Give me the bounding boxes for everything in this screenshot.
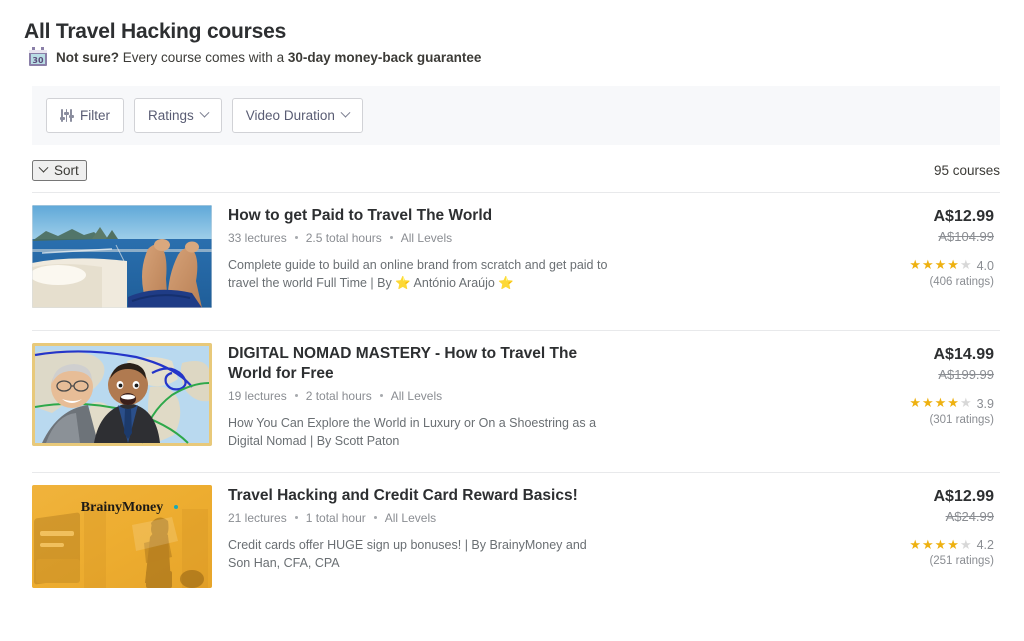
- page-title: All Travel Hacking courses: [24, 20, 287, 44]
- course-description: Complete guide to build an online brand …: [228, 257, 608, 290]
- course-meta: 33 lectures 2.5 total hours All Levels: [228, 231, 828, 245]
- ratings-dropdown[interactable]: Ratings: [134, 98, 222, 133]
- calendar-day-number: 30: [32, 55, 44, 65]
- sliders-icon: [59, 109, 74, 122]
- course-title[interactable]: How to get Paid to Travel The World: [228, 206, 578, 226]
- course-list: How to get Paid to Travel The World 33 l…: [32, 192, 1000, 610]
- rating-stars: ★ ★ ★ ★ ★: [909, 539, 971, 552]
- course-card[interactable]: How to get Paid to Travel The World 33 l…: [32, 192, 1000, 330]
- course-level: All Levels: [384, 510, 437, 525]
- sort-row: Sort 95 courses: [32, 155, 1000, 185]
- course-info: DIGITAL NOMAD MASTERY - How to Travel Th…: [228, 343, 828, 450]
- star-empty-icon: ★: [959, 258, 972, 273]
- star-empty-icon: ★: [959, 396, 972, 411]
- calendar-30-icon: 30: [28, 47, 48, 67]
- star-filled-icon: ★: [934, 537, 947, 553]
- course-count: 95 courses: [933, 162, 1000, 178]
- course-duration: 1 total hour: [305, 510, 366, 525]
- rating-value: 3.9: [976, 396, 994, 411]
- course-thumbnail[interactable]: [32, 343, 212, 446]
- course-price-original: A$199.99: [938, 367, 994, 382]
- course-lectures: 19 lectures: [228, 388, 287, 403]
- video-duration-dropdown[interactable]: Video Duration: [231, 98, 363, 133]
- star-filled-icon: ★: [947, 537, 959, 553]
- brainymoney-orange-photo: BrainyMoney: [32, 484, 212, 588]
- course-rating-row: ★ ★ ★ ★ ★ 4.0: [909, 259, 994, 273]
- chevron-down-icon: [199, 107, 210, 118]
- filter-bar: Filter Ratings Video Duration: [32, 86, 1000, 145]
- course-search-results-page: All Travel Hacking courses 30 Not sure? …: [0, 0, 1024, 641]
- boat-sea-legs-photo: [32, 205, 212, 308]
- course-price-original: A$104.99: [938, 229, 994, 244]
- course-pricing: A$12.99 A$104.99 ★ ★ ★ ★ ★ 4.0 (406 ratings): [844, 205, 994, 308]
- svg-text:BrainyMoney: BrainyMoney: [81, 500, 163, 515]
- course-thumbnail[interactable]: [32, 205, 212, 308]
- course-description: How You Can Explore the World in Luxury …: [228, 415, 597, 448]
- course-pricing: A$14.99 A$199.99 ★ ★ ★ ★ ★ 3.9 (301 ratings): [844, 343, 994, 450]
- rating-value: 4.0: [976, 258, 994, 273]
- meta-separator-dot: [294, 236, 298, 240]
- course-info: Travel Hacking and Credit Card Reward Ba…: [228, 485, 828, 588]
- meta-separator-dot: [389, 236, 393, 240]
- sort-dropdown-label: Sort: [54, 162, 79, 178]
- course-rating-row: ★ ★ ★ ★ ★ 4.2: [909, 538, 994, 552]
- rating-count: (301 ratings): [929, 413, 994, 426]
- course-lectures: 33 lectures: [228, 230, 287, 245]
- star-filled-icon: ★: [921, 537, 934, 553]
- course-meta: 19 lectures 2 total hours All Levels: [228, 389, 828, 403]
- star-filled-icon: ★: [909, 537, 921, 553]
- course-lectures: 21 lectures: [228, 510, 287, 525]
- star-filled-icon: ★: [909, 396, 921, 411]
- meta-separator-dot: [379, 394, 383, 398]
- course-duration: 2.5 total hours: [305, 230, 382, 245]
- filter-button[interactable]: Filter: [46, 98, 124, 133]
- meta-separator-dot: [294, 516, 298, 520]
- rating-stars: ★ ★ ★ ★ ★: [909, 397, 971, 410]
- course-card[interactable]: DIGITAL NOMAD MASTERY - How to Travel Th…: [32, 330, 1000, 472]
- star-filled-icon: ★: [934, 396, 947, 411]
- star-filled-icon: ★: [909, 258, 921, 273]
- course-price-current: A$12.99: [933, 487, 995, 505]
- course-pricing: A$12.99 A$24.99 ★ ★ ★ ★ ★ 4.2 (251 ratings): [844, 485, 994, 588]
- meta-separator-dot: [294, 394, 298, 398]
- course-title[interactable]: DIGITAL NOMAD MASTERY - How to Travel Th…: [228, 344, 578, 384]
- star-filled-icon: ★: [921, 396, 934, 411]
- filter-button-label: Filter: [80, 108, 110, 123]
- rating-count: (251 ratings): [929, 555, 994, 568]
- meta-separator-dot: [373, 516, 377, 520]
- star-filled-icon: ★: [921, 258, 934, 273]
- course-price-original: A$24.99: [945, 508, 994, 524]
- guarantee-lead: Not sure?: [56, 49, 120, 65]
- star-filled-icon: ★: [947, 258, 959, 273]
- course-description: Credit cards offer HUGE sign up bonuses!…: [228, 537, 587, 570]
- course-meta: 21 lectures 1 total hour All Levels: [228, 511, 828, 525]
- course-title[interactable]: Travel Hacking and Credit Card Reward Ba…: [228, 486, 578, 506]
- star-filled-icon: ★: [934, 258, 947, 273]
- chevron-down-icon: [340, 107, 351, 118]
- rating-value: 4.2: [976, 538, 994, 553]
- guarantee-text: Not sure? Every course comes with a 30-d…: [56, 50, 481, 65]
- guarantee-mid: Every course comes with a: [119, 49, 288, 65]
- rating-count: (406 ratings): [929, 275, 994, 288]
- money-back-guarantee-banner: 30 Not sure? Every course comes with a 3…: [28, 47, 481, 67]
- course-duration: 2 total hours: [305, 388, 372, 403]
- course-thumbnail[interactable]: BrainyMoney: [32, 484, 212, 588]
- course-rating-row: ★ ★ ★ ★ ★ 3.9: [909, 397, 994, 411]
- video-duration-dropdown-label: Video Duration: [245, 108, 335, 123]
- chevron-down-icon: [38, 162, 49, 173]
- course-info: How to get Paid to Travel The World 33 l…: [228, 205, 828, 308]
- course-price-current: A$12.99: [933, 208, 995, 225]
- ratings-dropdown-label: Ratings: [148, 108, 194, 123]
- course-price-current: A$14.99: [933, 346, 995, 363]
- course-level: All Levels: [400, 230, 453, 245]
- course-level: All Levels: [390, 388, 443, 403]
- guarantee-tail: 30-day money-back guarantee: [287, 49, 482, 65]
- two-men-world-map-photo: [32, 343, 212, 446]
- rating-stars: ★ ★ ★ ★ ★: [909, 259, 971, 272]
- course-card[interactable]: BrainyMoney Travel Hacking and Credit Ca…: [32, 471, 1000, 610]
- sort-dropdown[interactable]: Sort: [32, 159, 87, 181]
- star-empty-icon: ★: [959, 537, 972, 553]
- star-filled-icon: ★: [947, 396, 959, 411]
